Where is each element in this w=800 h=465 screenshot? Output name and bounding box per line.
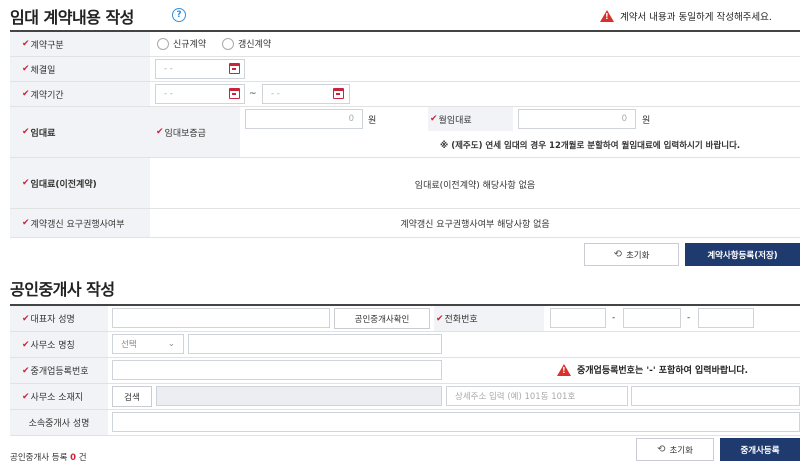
monthly-rent-unit: 원 <box>642 116 651 126</box>
renewal-label: ✔ 계약갱신 요구권행사여부 <box>10 209 150 237</box>
deposit-unit: 원 <box>368 116 377 126</box>
refresh-icon: ⟲ <box>657 444 666 455</box>
row-divider <box>10 357 800 358</box>
office-name-label: ✔ 사무소 명칭 <box>10 332 108 357</box>
lease-register-button[interactable]: 계약사항등록(저장) <box>685 243 800 266</box>
deposit-value: 0 <box>348 114 354 124</box>
reg-warning: ! 중개업등록번호는 '-' 포함하여 입력바랍니다. <box>557 363 748 376</box>
required-check-icon: ✔ <box>22 178 30 188</box>
rep-name-input[interactable] <box>112 308 330 328</box>
radio-renewal-contract-label: 갱신계약 <box>238 40 272 50</box>
address-extra-input[interactable] <box>631 386 800 406</box>
agent-table-top-border <box>10 304 800 306</box>
required-check-icon: ✔ <box>22 64 30 74</box>
required-check-icon: ✔ <box>22 313 30 324</box>
prev-rent-text: 임대료(이전계약) 해당사항 없음 <box>414 181 536 191</box>
period-start-placeholder: - - <box>164 89 173 99</box>
deposit-label: ✔ 임대보증금 <box>150 107 240 157</box>
warning-icon: ! <box>557 363 571 376</box>
lease-section-title: 임대 계약내용 작성 <box>10 8 134 27</box>
radio-icon <box>222 37 234 50</box>
sign-date-label: ✔ 체결일 <box>10 57 150 81</box>
deposit-input[interactable]: 0 <box>245 109 363 129</box>
address-detail-placeholder: 상세주소 입력 (예) 101동 101호 <box>455 392 576 402</box>
agent-count-suffix: 건 <box>78 453 87 463</box>
lease-reset-button[interactable]: ⟲ 초기화 <box>584 243 679 266</box>
reg-number-input[interactable] <box>112 360 442 380</box>
radio-renewal-contract[interactable]: 갱신계약 <box>222 37 271 50</box>
affiliated-agent-label: 소속중개사 성명 <box>10 410 108 435</box>
phone-separator-1: - <box>612 313 616 323</box>
chevron-down-icon: ⌄ <box>167 339 175 349</box>
sign-date-placeholder: - - <box>164 64 173 74</box>
row-divider <box>10 237 800 238</box>
address-main-input <box>156 386 442 406</box>
required-check-icon: ✔ <box>22 89 30 99</box>
agent-reset-label: 초기화 <box>669 445 693 456</box>
jeju-note: ※ (제주도) 연세 임대의 경우 12개월로 분할하여 월임대료에 입력하시기… <box>440 141 741 151</box>
monthly-rent-value: 0 <box>621 114 627 124</box>
period-end-placeholder: - - <box>271 89 280 99</box>
radio-icon <box>157 37 169 50</box>
contract-type-label: ✔ 계약구분 <box>10 32 150 56</box>
verify-agent-button[interactable]: 공인중개사확인 <box>334 308 430 329</box>
calendar-icon[interactable] <box>229 88 240 99</box>
period-label: ✔ 계약기간 <box>10 82 150 106</box>
radio-new-contract-label: 신규계약 <box>173 40 207 50</box>
phone-separator-2: - <box>687 313 691 323</box>
address-search-button[interactable]: 검색 <box>112 386 152 407</box>
required-check-icon: ✔ <box>22 365 30 376</box>
reg-number-label: ✔ 중개업등록번호 <box>10 358 108 383</box>
agent-reset-button[interactable]: ⟲ 초기화 <box>636 438 714 461</box>
phone-part2-input[interactable] <box>623 308 681 328</box>
row-divider <box>10 409 800 410</box>
affiliated-agent-input[interactable] <box>112 412 800 432</box>
refresh-icon: ⟲ <box>613 249 622 260</box>
radio-new-contract[interactable]: 신규계약 <box>157 37 206 50</box>
row-divider <box>10 383 800 384</box>
row-divider <box>10 331 800 332</box>
office-select-value: 선택 <box>121 340 137 350</box>
rep-name-label: ✔ 대표자 성명 <box>10 306 108 331</box>
phone-label: ✔ 전화번호 <box>434 306 544 331</box>
warning-icon: ! <box>600 10 614 22</box>
agent-section-title: 공인중개사 작성 <box>10 280 115 299</box>
lease-warning: ! 계약서 내용과 동일하게 작성해주세요. <box>600 9 772 23</box>
office-name-input[interactable] <box>188 334 442 354</box>
office-name-select[interactable]: 선택 ⌄ <box>112 334 184 354</box>
monthly-rent-label: ✔ 월임대료 <box>428 107 513 131</box>
phone-part1-input[interactable] <box>550 308 606 328</box>
help-icon[interactable]: ? <box>172 8 186 22</box>
rent-label: ✔ 임대료 <box>10 107 150 157</box>
agent-count-prefix: 공인중개사 등록 <box>10 453 68 463</box>
monthly-rent-input[interactable]: 0 <box>518 109 636 129</box>
required-check-icon: ✔ <box>430 114 438 124</box>
address-detail-input[interactable]: 상세주소 입력 (예) 101동 101호 <box>446 386 628 406</box>
period-separator: ~ <box>249 89 257 99</box>
renewal-text: 계약갱신 요구권행사여부 해당사항 없음 <box>400 220 550 230</box>
required-check-icon: ✔ <box>22 391 30 402</box>
lease-reset-label: 초기화 <box>625 250 650 261</box>
lease-warning-text: 계약서 내용과 동일하게 작성해주세요. <box>620 12 772 23</box>
calendar-icon[interactable] <box>229 63 240 74</box>
phone-part3-input[interactable] <box>698 308 754 328</box>
office-address-label: ✔ 사무소 소재지 <box>10 384 108 409</box>
agent-register-button[interactable]: 중개사등록 <box>720 438 800 461</box>
required-check-icon: ✔ <box>156 127 164 137</box>
prev-rent-label: ✔ 임대료(이전계약) <box>10 158 150 208</box>
reg-warning-text: 중개업등록번호는 '-' 포함하여 입력바랍니다. <box>577 366 749 376</box>
agent-count: 공인중개사 등록 0 건 <box>10 451 87 463</box>
agent-count-value: 0 <box>70 453 77 463</box>
required-check-icon: ✔ <box>22 218 30 228</box>
calendar-icon[interactable] <box>333 88 344 99</box>
required-check-icon: ✔ <box>436 313 444 324</box>
row-divider <box>10 435 800 436</box>
required-check-icon: ✔ <box>22 339 30 350</box>
required-check-icon: ✔ <box>22 39 30 49</box>
required-check-icon: ✔ <box>22 127 30 137</box>
